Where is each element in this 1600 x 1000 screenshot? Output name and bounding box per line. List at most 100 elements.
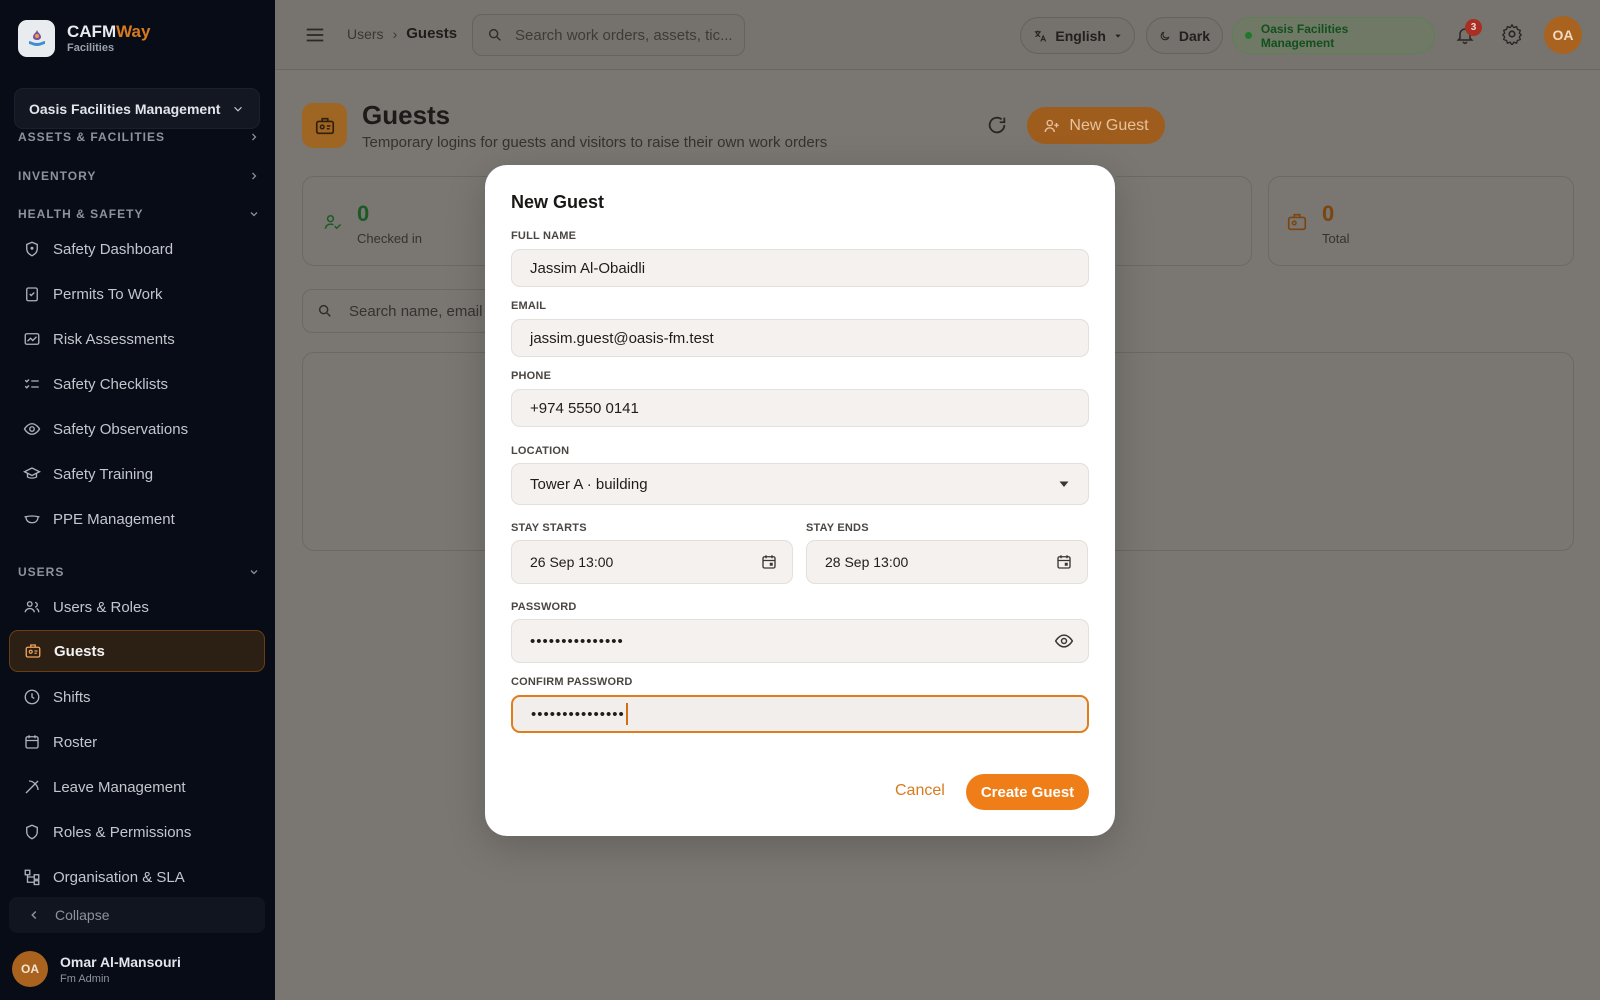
sidebar-item-shifts[interactable]: Shifts: [9, 676, 265, 718]
users-icon: [22, 597, 42, 617]
sidebar-item-safety-training[interactable]: Safety Training: [9, 453, 265, 495]
phone-field[interactable]: +974 5550 0141: [511, 389, 1089, 427]
create-guest-button[interactable]: Create Guest: [966, 774, 1089, 810]
location-label: LOCATION: [511, 445, 570, 457]
user-name: Omar Al-Mansouri: [60, 953, 181, 970]
avatar[interactable]: OA: [1544, 16, 1582, 54]
global-search[interactable]: Search work orders, assets, tic...: [472, 14, 745, 56]
section-inventory[interactable]: INVENTORY: [18, 169, 260, 183]
sidebar-item-organisation-sla[interactable]: Organisation & SLA: [9, 856, 265, 888]
breadcrumb: Users › Guests: [347, 25, 457, 42]
sidebar-item-risk-assessments[interactable]: Risk Assessments: [9, 318, 265, 360]
confirm-password-label: CONFIRM PASSWORD: [511, 676, 633, 688]
org-selector[interactable]: Oasis Facilities Management: [14, 88, 260, 129]
org-selector-label: Oasis Facilities Management: [29, 100, 221, 117]
notification-count: 3: [1465, 19, 1482, 36]
sidebar-item-safety-checklists[interactable]: Safety Checklists: [9, 363, 265, 405]
sidebar-item-ppe-management[interactable]: PPE Management: [9, 498, 265, 540]
cancel-button[interactable]: Cancel: [895, 782, 945, 800]
guest-search[interactable]: Search name, email: [302, 289, 512, 333]
sidebar-item-leave-management[interactable]: Leave Management: [9, 766, 265, 808]
new-guest-dialog: New Guest FULL NAME Jassim Al-Obaidli EM…: [485, 165, 1115, 836]
user-check-icon: [324, 215, 342, 230]
chevron-down-icon: [234, 106, 242, 112]
sidebar-item-safety-dashboard[interactable]: Safety Dashboard: [9, 228, 265, 270]
page-subtitle: Temporary logins for guests and visitors…: [362, 134, 828, 151]
password-field[interactable]: •••••••••••••••: [511, 619, 1089, 663]
search-input[interactable]: Search work orders, assets, tic...: [515, 27, 733, 44]
guest-search-input[interactable]: Search name, email: [349, 303, 482, 320]
shield-outline-icon: [22, 822, 42, 842]
user-role: Fm Admin: [60, 972, 110, 985]
sidebar-item-permits-to-work[interactable]: Permits To Work: [9, 273, 265, 315]
text-caret: [625, 703, 628, 725]
refresh-icon[interactable]: [986, 114, 1008, 141]
sidebar-item-safety-observations[interactable]: Safety Observations: [9, 408, 265, 450]
full-name-field[interactable]: Jassim Al-Obaidli: [511, 249, 1089, 287]
gear-icon[interactable]: [1501, 23, 1523, 50]
calendar-icon[interactable]: [1055, 553, 1073, 571]
section-health-safety[interactable]: HEALTH & SAFETY: [18, 207, 260, 221]
theme-toggle[interactable]: Dark: [1146, 17, 1223, 54]
sidebar-nav: ASSETS & FACILITIES INVENTORY HEALTH & S…: [0, 132, 275, 888]
checklist-icon: [22, 374, 42, 394]
chevron-right-icon: [252, 172, 257, 180]
stat-total: 0 Total: [1268, 176, 1574, 266]
current-user[interactable]: OA Omar Al-Mansouri Fm Admin: [12, 951, 181, 987]
sidebar-item-roles-permissions[interactable]: Roles & Permissions: [9, 811, 265, 853]
chevron-right-icon: ›: [392, 25, 398, 42]
email-label: EMAIL: [511, 300, 547, 312]
calendar-icon: [22, 732, 42, 752]
chart-icon: [22, 329, 42, 349]
section-users[interactable]: USERS: [18, 565, 260, 579]
chevron-down-icon: [250, 212, 258, 217]
stat-checked-in-label: Checked in: [357, 231, 423, 246]
stat-total-label: Total: [1322, 231, 1350, 246]
email-field[interactable]: jassim.guest@oasis-fm.test: [511, 319, 1089, 357]
breadcrumb-current: Guests: [406, 25, 458, 42]
add-user-icon: [1044, 119, 1060, 132]
dialog-title: New Guest: [511, 192, 605, 212]
caret-down-icon: [1059, 481, 1069, 487]
stay-starts-field[interactable]: 26 Sep 13:00: [511, 540, 793, 584]
eye-icon[interactable]: [1054, 631, 1074, 651]
topbar: Users › Guests Search work orders, asset…: [275, 0, 1600, 70]
mask-icon: [22, 509, 42, 529]
badge-icon: [1287, 213, 1307, 231]
sidebar-item-roster[interactable]: Roster: [9, 721, 265, 763]
guests-page-icon: [302, 103, 347, 148]
stay-ends-label: STAY ENDS: [806, 522, 869, 534]
sidebar-item-guests[interactable]: Guests: [9, 630, 265, 672]
stat-checked-in: 0 Checked in: [302, 176, 512, 266]
org-status-badge[interactable]: Oasis Facilities Management: [1232, 17, 1435, 54]
sidebar-item-users-roles[interactable]: Users & Roles: [9, 586, 265, 628]
new-guest-button[interactable]: New Guest: [1027, 107, 1165, 144]
chevron-right-icon: [252, 133, 257, 141]
language-selector[interactable]: English: [1020, 17, 1135, 54]
stat-checked-in-value: 0: [357, 201, 370, 226]
caret-down-icon: [1115, 34, 1121, 38]
full-name-label: FULL NAME: [511, 230, 577, 242]
avatar: OA: [12, 951, 48, 987]
password-label: PASSWORD: [511, 601, 577, 613]
stay-ends-field[interactable]: 28 Sep 13:00: [806, 540, 1088, 584]
stat-card-hidden: [1116, 176, 1252, 266]
location-select[interactable]: Tower A · building: [511, 463, 1089, 505]
shield-icon: [22, 239, 42, 259]
clipboard-check-icon: [22, 284, 42, 304]
breadcrumb-users[interactable]: Users: [347, 26, 384, 42]
chevron-down-icon: [250, 570, 258, 575]
brand[interactable]: CAFMWay Facilities: [18, 20, 150, 57]
phone-label: PHONE: [511, 370, 552, 382]
translate-icon: [1034, 30, 1047, 42]
menu-icon[interactable]: [304, 24, 326, 51]
brand-subtitle: Facilities: [67, 41, 115, 54]
badge-icon: [23, 641, 43, 661]
status-dot: [1245, 32, 1252, 39]
collapse-button[interactable]: Collapse: [9, 897, 265, 933]
section-assets[interactable]: ASSETS & FACILITIES: [18, 132, 260, 144]
brand-logo-icon: [18, 20, 55, 57]
confirm-password-field[interactable]: •••••••••••••••: [511, 695, 1089, 733]
leave-icon: [22, 777, 42, 797]
calendar-icon[interactable]: [760, 553, 778, 571]
